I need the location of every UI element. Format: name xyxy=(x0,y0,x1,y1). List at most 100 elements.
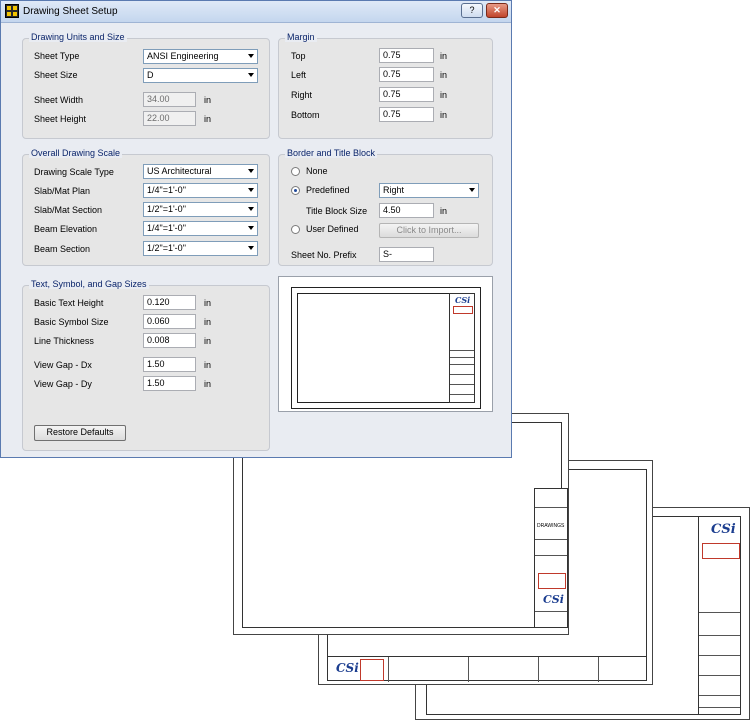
window-title: Drawing Sheet Setup xyxy=(23,6,118,17)
slab-section-value: 1/2"=1'-0" xyxy=(147,204,186,214)
predefined-radio[interactable] xyxy=(291,186,300,195)
line-thickness-field[interactable]: 0.008 xyxy=(143,333,196,348)
none-label: None xyxy=(306,166,328,176)
title-block-vertical: DRAWINGS CSi xyxy=(534,488,568,628)
chevron-down-icon xyxy=(248,188,254,192)
sheet-type-label: Sheet Type xyxy=(34,51,80,61)
line-thickness-unit: in xyxy=(204,336,212,346)
drawing-units-size-title: Drawing Units and Size xyxy=(29,32,127,42)
sheet-width-field: 34.00 xyxy=(143,92,196,107)
none-radio[interactable] xyxy=(291,167,300,176)
sheet-size-label: Sheet Size xyxy=(34,70,78,80)
text-height-label: Basic Text Height xyxy=(34,298,104,308)
title-block-size-field[interactable]: 4.50 xyxy=(379,203,434,218)
help-button[interactable]: ? xyxy=(461,3,483,18)
stamp-mark xyxy=(453,306,473,314)
csi-logo: CSi xyxy=(336,661,359,675)
predefined-position-dropdown[interactable]: Right xyxy=(379,183,479,198)
drawing-sheet-setup-window: Drawing Sheet Setup ? ✕ Drawing Units an… xyxy=(0,0,512,458)
chevron-down-icon xyxy=(248,73,254,77)
title-block-vertical: CSi xyxy=(698,516,741,715)
chevron-down-icon xyxy=(248,246,254,250)
gap-dy-field[interactable]: 1.50 xyxy=(143,376,196,391)
chevron-down-icon xyxy=(469,188,475,192)
sheet-width-unit: in xyxy=(204,95,212,105)
user-defined-radio[interactable] xyxy=(291,225,300,234)
preview-title-block: CSi xyxy=(449,293,475,403)
text-height-field[interactable]: 0.120 xyxy=(143,295,196,310)
close-button[interactable]: ✕ xyxy=(486,3,508,18)
margin-top-unit: in xyxy=(440,51,448,61)
sheet-preview-panel: CSi xyxy=(278,276,493,412)
title-block-size-unit: in xyxy=(440,206,448,216)
scale-type-dropdown[interactable]: US Architectural xyxy=(143,164,258,179)
sheet-size-dropdown[interactable]: D xyxy=(143,68,258,83)
sheet-number-prefix-label: Sheet No. Prefix xyxy=(291,250,357,260)
slab-plan-dropdown[interactable]: 1/4"=1'-0" xyxy=(143,183,258,198)
gap-dx-unit: in xyxy=(204,360,212,370)
gap-dx-label: View Gap - Dx xyxy=(34,360,92,370)
margin-left-field[interactable]: 0.75 xyxy=(379,67,434,82)
drawing-scale-title: Overall Drawing Scale xyxy=(29,148,123,158)
slab-section-label: Slab/Mat Section xyxy=(34,205,103,215)
csi-logo: CSi xyxy=(543,593,564,606)
margin-right-field[interactable]: 0.75 xyxy=(379,87,434,102)
margin-top-field[interactable]: 0.75 xyxy=(379,48,434,63)
margin-right-label: Right xyxy=(291,90,313,100)
symbol-size-unit: in xyxy=(204,317,212,327)
beam-section-value: 1/2"=1'-0" xyxy=(147,243,186,253)
text-symbol-gap-title: Text, Symbol, and Gap Sizes xyxy=(29,279,149,289)
preview-sheet-outline: CSi xyxy=(291,287,481,409)
margin-bottom-unit: in xyxy=(440,110,448,120)
gap-dy-unit: in xyxy=(204,379,212,389)
sheet-height-unit: in xyxy=(204,114,212,124)
beam-section-dropdown[interactable]: 1/2"=1'-0" xyxy=(143,241,258,256)
sheet-width-label: Sheet Width xyxy=(34,95,84,105)
symbol-size-label: Basic Symbol Size xyxy=(34,317,109,327)
slab-section-dropdown[interactable]: 1/2"=1'-0" xyxy=(143,202,258,217)
beam-elevation-value: 1/4"=1'-0" xyxy=(147,223,186,233)
csi-logo: CSi xyxy=(455,295,471,305)
beam-elevation-dropdown[interactable]: 1/4"=1'-0" xyxy=(143,221,258,236)
click-to-import-button[interactable]: Click to Import... xyxy=(379,223,479,238)
margin-title: Margin xyxy=(285,32,317,42)
sheet-height-field: 22.00 xyxy=(143,111,196,126)
margin-top-label: Top xyxy=(291,51,306,61)
title-block-size-label: Title Block Size xyxy=(306,206,368,216)
title-block-horizontal: CSi xyxy=(327,656,647,682)
margin-bottom-field[interactable]: 0.75 xyxy=(379,107,434,122)
chevron-down-icon xyxy=(248,169,254,173)
stamp-mark xyxy=(360,659,384,681)
margin-bottom-label: Bottom xyxy=(291,110,320,120)
drawings-label: DRAWINGS xyxy=(537,523,565,529)
margin-right-unit: in xyxy=(440,90,448,100)
text-height-unit: in xyxy=(204,298,212,308)
sheet-type-dropdown[interactable]: ANSI Engineering xyxy=(143,49,258,64)
sheet-number-prefix-field[interactable]: S- xyxy=(379,247,434,262)
stamp-mark xyxy=(702,543,740,559)
sheet-type-value: ANSI Engineering xyxy=(147,51,219,61)
restore-defaults-button[interactable]: Restore Defaults xyxy=(34,425,126,441)
chevron-down-icon xyxy=(248,207,254,211)
chevron-down-icon xyxy=(248,226,254,230)
scale-type-value: US Architectural xyxy=(147,166,212,176)
gap-dx-field[interactable]: 1.50 xyxy=(143,357,196,372)
app-icon xyxy=(5,4,19,18)
title-bar[interactable]: Drawing Sheet Setup ? ✕ xyxy=(1,1,511,23)
sheet-height-label: Sheet Height xyxy=(34,114,87,124)
border-title-block-title: Border and Title Block xyxy=(285,148,378,158)
beam-elevation-label: Beam Elevation xyxy=(34,224,98,234)
margin-left-unit: in xyxy=(440,70,448,80)
predefined-label: Predefined xyxy=(306,185,350,195)
symbol-size-field[interactable]: 0.060 xyxy=(143,314,196,329)
slab-plan-value: 1/4"=1'-0" xyxy=(147,185,186,195)
stamp-mark xyxy=(538,573,566,589)
chevron-down-icon xyxy=(248,54,254,58)
csi-logo: CSi xyxy=(711,522,736,537)
margin-left-label: Left xyxy=(291,70,307,80)
predefined-position-value: Right xyxy=(383,185,405,195)
sheet-size-value: D xyxy=(147,70,154,80)
gap-dy-label: View Gap - Dy xyxy=(34,379,92,389)
slab-plan-label: Slab/Mat Plan xyxy=(34,186,91,196)
line-thickness-label: Line Thickness xyxy=(34,336,94,346)
